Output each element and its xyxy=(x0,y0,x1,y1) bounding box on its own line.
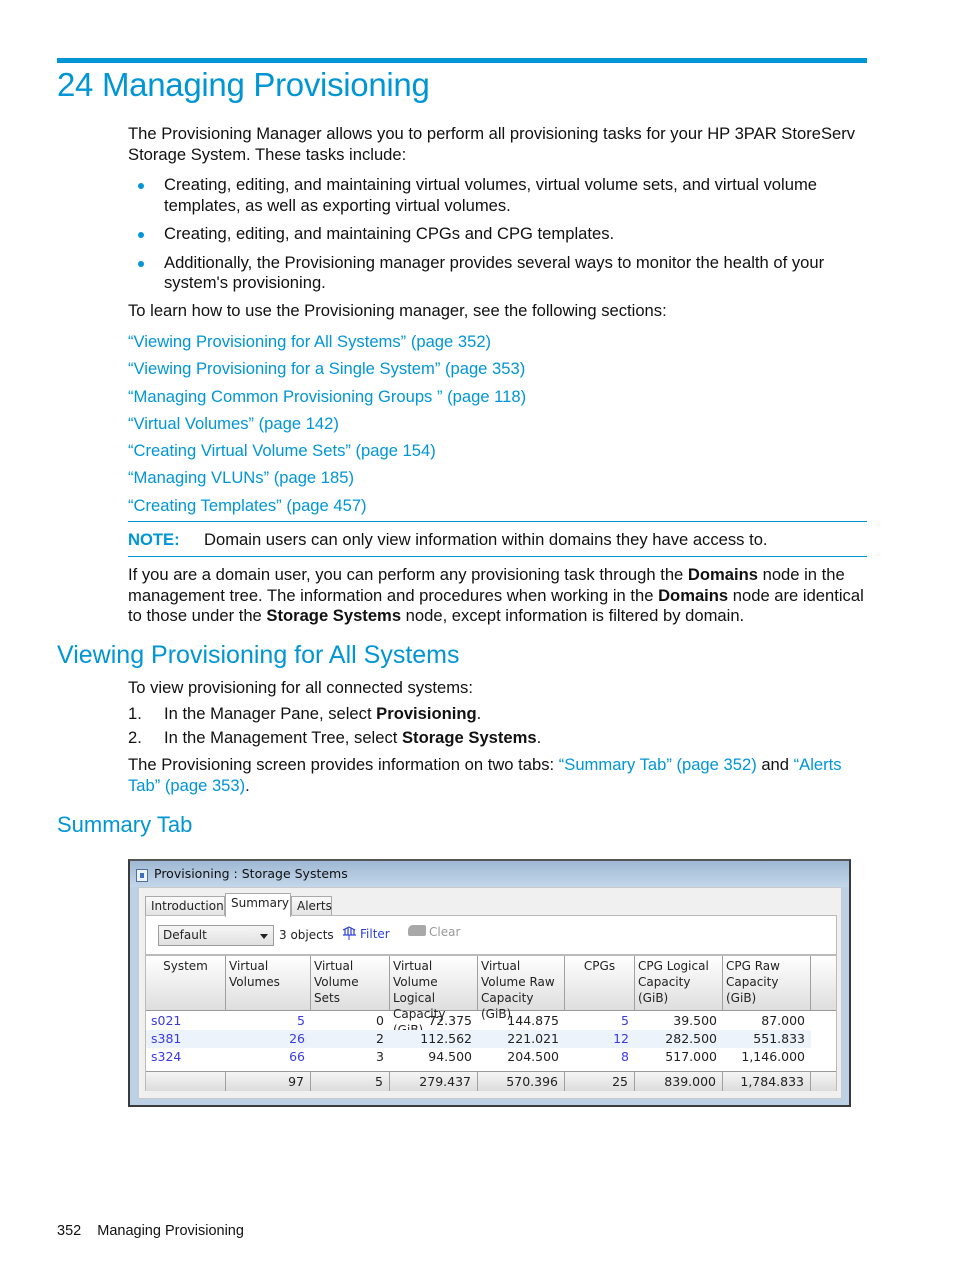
eraser-icon xyxy=(408,925,426,936)
domain-paragraph: If you are a domain user, you can perfor… xyxy=(128,565,864,625)
bullet-item: Creating, editing, and maintaining CPGs … xyxy=(128,224,868,245)
filter-icon xyxy=(342,926,356,940)
summary-tab-link[interactable]: “Summary Tab” (page 352) xyxy=(559,755,757,774)
filter-button[interactable]: Filter xyxy=(341,925,390,945)
section-link[interactable]: “Virtual Volumes” (page 142) xyxy=(128,414,339,433)
ui-term: Domains xyxy=(687,565,758,584)
bullet-icon xyxy=(138,260,144,267)
column-header-vv-logical-capacity[interactable]: Virtual Volume Logical Capacity (GiB) xyxy=(390,956,478,1037)
system-link[interactable]: s021 xyxy=(146,1013,226,1029)
column-header-virtual-volumes[interactable]: Virtual Volumes xyxy=(226,956,311,1011)
section-link[interactable]: “Managing Common Provisioning Groups ” (… xyxy=(128,387,526,406)
bullet-icon xyxy=(138,183,144,189)
step-list: 1. In the Manager Pane, select Provisioni… xyxy=(128,704,541,751)
object-count: 3 objects xyxy=(279,928,334,942)
page-footer: 352 Managing Provisioning xyxy=(57,1223,244,1239)
document-page: 24 Managing Provisioning The Provisionin… xyxy=(0,0,954,1271)
learn-paragraph: To learn how to use the Provisioning man… xyxy=(128,301,667,320)
total-cpg-raw-capacity: 1,784.833 xyxy=(723,1072,811,1091)
note-text: Domain users can only view information w… xyxy=(204,530,768,549)
section-link[interactable]: “Creating Virtual Volume Sets” (page 154… xyxy=(128,441,436,460)
window-titlebar: Provisioning : Storage Systems xyxy=(130,861,849,887)
column-header-vv-sets[interactable]: Virtual Volume Sets xyxy=(311,956,390,1011)
window-app-icon xyxy=(136,869,148,882)
page-number: 352 xyxy=(57,1223,82,1239)
section-heading-all-systems: Viewing Provisioning for All Systems xyxy=(57,641,460,669)
total-vv-raw-capacity: 570.396 xyxy=(478,1072,565,1091)
section-heading-summary-tab: Summary Tab xyxy=(57,812,193,837)
vv-count-link[interactable]: 26 xyxy=(226,1031,311,1047)
section-link[interactable]: “Viewing Provisioning for All Systems” (… xyxy=(128,332,491,351)
tabs-paragraph: The Provisioning screen provides informa… xyxy=(128,755,842,795)
ui-term: Storage Systems xyxy=(266,606,402,625)
vv-count-link[interactable]: 5 xyxy=(226,1013,311,1029)
totals-row: 97 5 279.437 570.396 25 839.000 1,784.83… xyxy=(146,1071,836,1091)
bullet-item: Additionally, the Provisioning manager p… xyxy=(128,253,868,294)
section-link[interactable]: “Viewing Provisioning for a Single Syste… xyxy=(128,359,525,378)
chapter-rule xyxy=(57,58,867,63)
total-virtual-volumes: 97 xyxy=(226,1072,311,1091)
column-header-system[interactable]: System xyxy=(146,956,226,1011)
column-header-vv-raw-capacity[interactable]: Virtual Volume Raw Capacity (GiB) xyxy=(478,956,565,1021)
section-link[interactable]: “Creating Templates” (page 457) xyxy=(128,496,367,515)
window-title: Provisioning : Storage Systems xyxy=(154,866,348,881)
cpg-count-link[interactable]: 5 xyxy=(565,1013,635,1029)
chapter-title: 24 Managing Provisioning xyxy=(57,66,430,103)
column-header-cpg-raw-capacity[interactable]: CPG Raw Capacity (GiB) xyxy=(723,956,811,1011)
bullet-item: Creating, editing, and maintaining virtu… xyxy=(128,175,868,216)
tab-summary[interactable]: Summary xyxy=(225,893,291,917)
table-row[interactable]: s324 66 3 94.500 204.500 8 517.000 1,146… xyxy=(146,1048,811,1066)
step-item: 2. In the Management Tree, select Storage… xyxy=(128,727,542,747)
provisioning-window: Provisioning : Storage Systems Introduct… xyxy=(128,859,851,1107)
summary-grid: System Virtual Volumes Virtual Volume Se… xyxy=(145,955,837,1091)
cpg-count-link[interactable]: 8 xyxy=(565,1049,635,1065)
view-select[interactable]: Default xyxy=(158,925,274,946)
vv-count-link[interactable]: 66 xyxy=(226,1049,311,1065)
grid-toolbar: Default 3 objects Filter Clear xyxy=(145,915,837,955)
total-vv-logical-capacity: 279.437 xyxy=(390,1072,478,1091)
section-link[interactable]: “Managing VLUNs” (page 185) xyxy=(128,468,354,487)
note-label: NOTE: xyxy=(128,530,180,549)
total-cpgs: 25 xyxy=(565,1072,635,1091)
column-header-cpg-logical-capacity[interactable]: CPG Logical Capacity (GiB) xyxy=(635,956,723,1011)
system-link[interactable]: s324 xyxy=(146,1049,226,1065)
step-item: 1. In the Manager Pane, select Provisioni… xyxy=(128,704,482,723)
grid-header: System Virtual Volumes Virtual Volume Se… xyxy=(146,956,836,1037)
cpg-count-link[interactable]: 12 xyxy=(565,1031,635,1047)
total-vv-sets: 5 xyxy=(311,1072,390,1091)
table-row[interactable]: s021 5 0 72.375 144.875 5 39.500 87.000 xyxy=(146,1012,811,1030)
chevron-down-icon xyxy=(260,934,268,939)
tab-alerts[interactable]: Alerts xyxy=(291,896,332,916)
total-cpg-logical-capacity: 839.000 xyxy=(635,1072,723,1091)
system-link[interactable]: s381 xyxy=(146,1031,226,1047)
bullet-icon xyxy=(138,232,144,238)
intro-paragraph: The Provisioning Manager allows you to p… xyxy=(128,124,856,164)
clear-button[interactable]: Clear xyxy=(408,925,460,945)
ui-term: Domains xyxy=(658,585,729,605)
all-systems-lead: To view provisioning for all connected s… xyxy=(128,678,473,697)
tab-introduction[interactable]: Introduction xyxy=(145,896,225,916)
window-content: Introduction Summary Alerts Default 3 ob… xyxy=(138,887,842,1099)
table-row[interactable]: s381 26 2 112.562 221.021 12 282.500 551… xyxy=(146,1030,811,1048)
note-box: NOTE: Domain users can only view informa… xyxy=(128,521,867,557)
task-bullet-list: Creating, editing, and maintaining virtu… xyxy=(128,175,868,302)
section-link-list: “Viewing Provisioning for All Systems” (… xyxy=(128,328,526,519)
footer-section-title: Managing Provisioning xyxy=(97,1223,244,1239)
column-header-cpgs[interactable]: CPGs xyxy=(565,956,635,1011)
